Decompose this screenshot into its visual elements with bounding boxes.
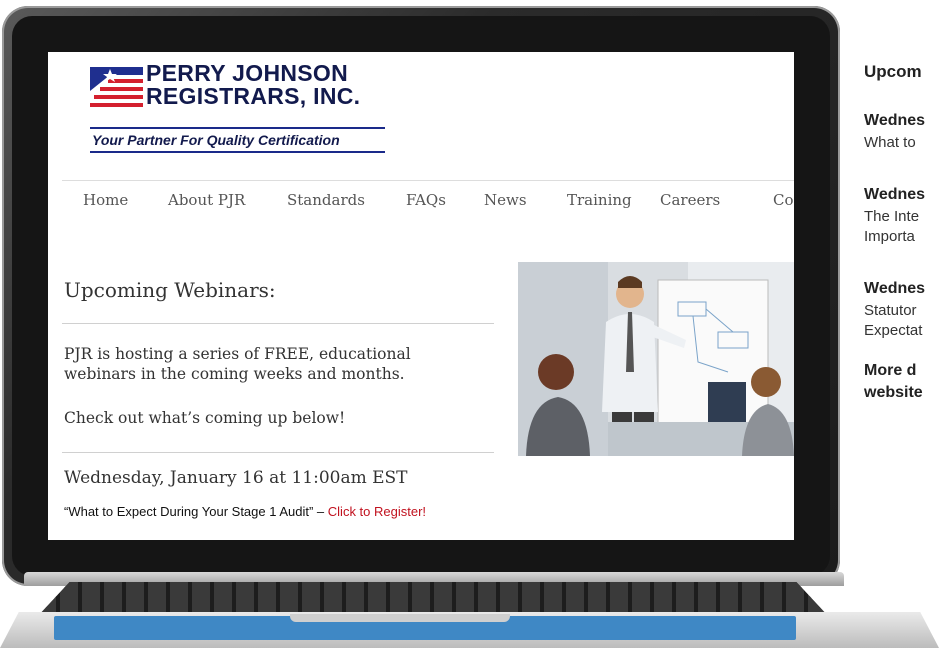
logo-name-line1: PERRY JOHNSON	[146, 60, 349, 86]
main-nav: Home About PJR Standards FAQs News Train…	[62, 180, 794, 221]
side-item3-date: Wednes	[864, 280, 926, 297]
divider	[62, 452, 494, 453]
company-logo-name[interactable]: PERRY JOHNSON REGISTRARS, INC.	[146, 62, 360, 108]
side-item1-text: What to	[864, 134, 916, 151]
intro-line2: webinars in the coming weeks and months.	[64, 365, 405, 383]
nav-careers[interactable]: Careers	[660, 191, 720, 209]
side-panel: Upcom Wednes What to Wednes The Inte Imp…	[864, 0, 939, 420]
page-heading: Upcoming Webinars:	[64, 278, 276, 302]
event-line: “What to Expect During Your Stage 1 Audi…	[64, 504, 426, 519]
nav-training[interactable]: Training	[567, 191, 632, 209]
nav-faqs[interactable]: FAQs	[406, 191, 446, 209]
laptop-screen: PERRY JOHNSON REGISTRARS, INC. Your Part…	[48, 52, 794, 540]
side-item2-text1: The Inte	[864, 208, 920, 225]
event-date: Wednesday, January 16 at 11:00am EST	[64, 468, 408, 488]
event-title: “What to Expect During Your Stage 1 Audi…	[64, 504, 325, 519]
nav-about-pjr[interactable]: About PJR	[168, 191, 245, 209]
side-more-line2: website	[864, 384, 923, 401]
register-link[interactable]: Click to Register!	[328, 504, 426, 519]
side-item1-date: Wednes	[864, 112, 926, 129]
logo-name-line2: REGISTRARS, INC.	[146, 83, 361, 109]
presentation-photo	[518, 262, 794, 456]
side-item3-text2: Expectat	[864, 322, 923, 339]
nav-standards[interactable]: Standards	[287, 191, 365, 209]
nav-contact[interactable]: Co	[773, 191, 794, 209]
cta-text: Check out what’s coming up below!	[64, 409, 346, 427]
side-item2-text2: Importa	[864, 228, 915, 245]
laptop-keyboard	[38, 582, 828, 616]
side-more-line1: More d	[864, 362, 917, 379]
intro-line1: PJR is hosting a series of FREE, educati…	[64, 345, 411, 363]
side-item2-date: Wednes	[864, 186, 926, 203]
nav-home[interactable]: Home	[83, 191, 128, 209]
side-title: Upcom	[864, 62, 922, 81]
nav-news[interactable]: News	[484, 191, 527, 209]
divider	[62, 323, 494, 324]
side-item3-text1: Statutor	[864, 302, 917, 319]
laptop-base	[0, 572, 939, 648]
flag-logo-icon	[90, 67, 143, 107]
laptop-touchpad	[290, 614, 510, 622]
logo-tagline: Your Partner For Quality Certification	[90, 127, 385, 153]
